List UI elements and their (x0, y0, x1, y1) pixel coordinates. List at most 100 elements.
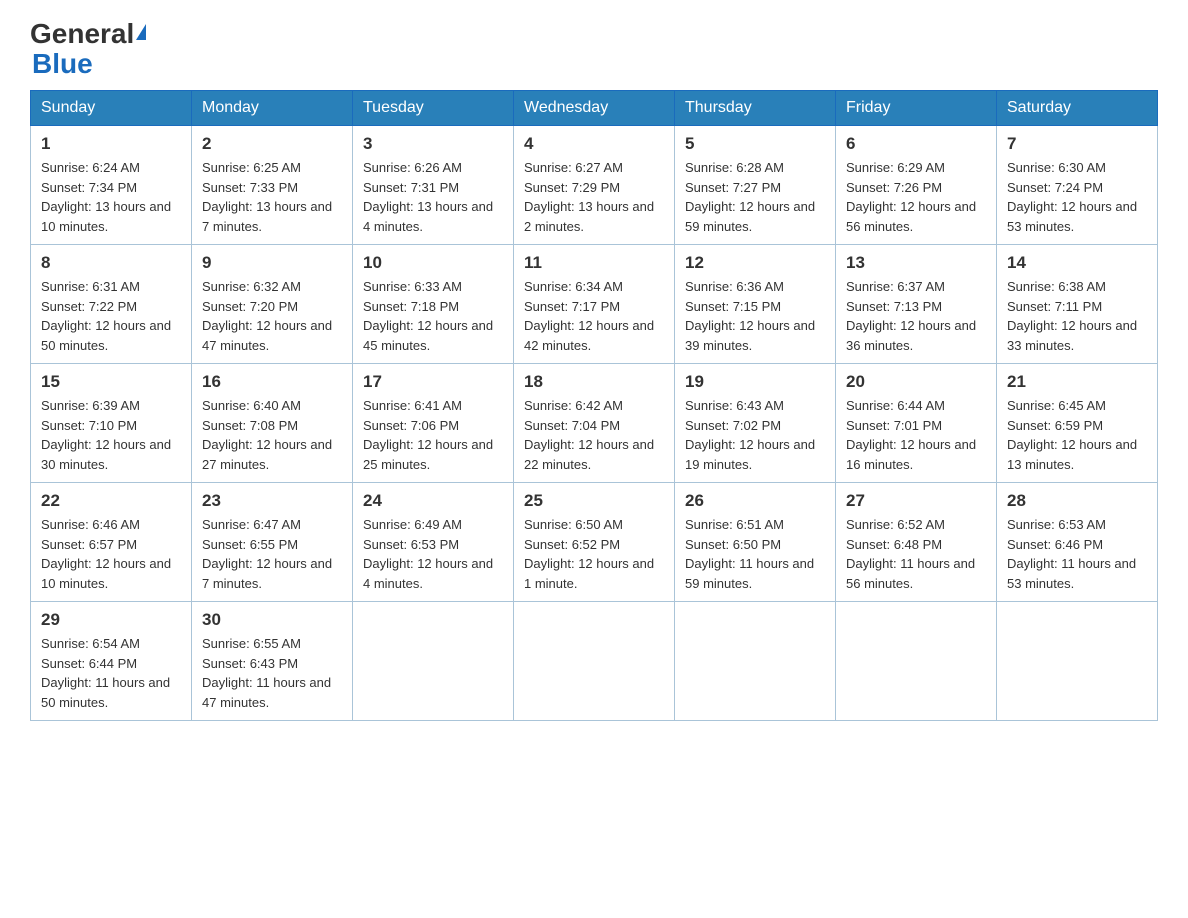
calendar-cell: 16 Sunrise: 6:40 AMSunset: 7:08 PMDaylig… (192, 364, 353, 483)
day-info: Sunrise: 6:50 AMSunset: 6:52 PMDaylight:… (524, 515, 664, 593)
calendar-cell: 19 Sunrise: 6:43 AMSunset: 7:02 PMDaylig… (675, 364, 836, 483)
calendar-cell: 11 Sunrise: 6:34 AMSunset: 7:17 PMDaylig… (514, 245, 675, 364)
day-info: Sunrise: 6:47 AMSunset: 6:55 PMDaylight:… (202, 515, 342, 593)
day-info: Sunrise: 6:24 AMSunset: 7:34 PMDaylight:… (41, 158, 181, 236)
day-number: 30 (202, 610, 342, 630)
day-number: 23 (202, 491, 342, 511)
day-number: 17 (363, 372, 503, 392)
weekday-header-tuesday: Tuesday (353, 91, 514, 126)
calendar-cell: 12 Sunrise: 6:36 AMSunset: 7:15 PMDaylig… (675, 245, 836, 364)
day-info: Sunrise: 6:36 AMSunset: 7:15 PMDaylight:… (685, 277, 825, 355)
day-number: 8 (41, 253, 181, 273)
day-number: 9 (202, 253, 342, 273)
day-info: Sunrise: 6:40 AMSunset: 7:08 PMDaylight:… (202, 396, 342, 474)
calendar-cell: 17 Sunrise: 6:41 AMSunset: 7:06 PMDaylig… (353, 364, 514, 483)
day-info: Sunrise: 6:45 AMSunset: 6:59 PMDaylight:… (1007, 396, 1147, 474)
day-info: Sunrise: 6:53 AMSunset: 6:46 PMDaylight:… (1007, 515, 1147, 593)
calendar-cell (514, 602, 675, 721)
day-number: 4 (524, 134, 664, 154)
calendar-cell (836, 602, 997, 721)
calendar-table: SundayMondayTuesdayWednesdayThursdayFrid… (30, 90, 1158, 721)
calendar-cell: 18 Sunrise: 6:42 AMSunset: 7:04 PMDaylig… (514, 364, 675, 483)
day-info: Sunrise: 6:55 AMSunset: 6:43 PMDaylight:… (202, 634, 342, 712)
day-number: 18 (524, 372, 664, 392)
day-number: 29 (41, 610, 181, 630)
day-info: Sunrise: 6:43 AMSunset: 7:02 PMDaylight:… (685, 396, 825, 474)
day-number: 3 (363, 134, 503, 154)
weekday-header-thursday: Thursday (675, 91, 836, 126)
logo-blue: Blue (32, 48, 93, 79)
calendar-cell: 8 Sunrise: 6:31 AMSunset: 7:22 PMDayligh… (31, 245, 192, 364)
day-number: 24 (363, 491, 503, 511)
calendar-cell: 29 Sunrise: 6:54 AMSunset: 6:44 PMDaylig… (31, 602, 192, 721)
weekday-header-saturday: Saturday (997, 91, 1158, 126)
calendar-week-4: 22 Sunrise: 6:46 AMSunset: 6:57 PMDaylig… (31, 483, 1158, 602)
day-info: Sunrise: 6:25 AMSunset: 7:33 PMDaylight:… (202, 158, 342, 236)
day-number: 6 (846, 134, 986, 154)
calendar-cell: 9 Sunrise: 6:32 AMSunset: 7:20 PMDayligh… (192, 245, 353, 364)
day-number: 15 (41, 372, 181, 392)
calendar-cell: 14 Sunrise: 6:38 AMSunset: 7:11 PMDaylig… (997, 245, 1158, 364)
calendar-cell: 27 Sunrise: 6:52 AMSunset: 6:48 PMDaylig… (836, 483, 997, 602)
day-number: 11 (524, 253, 664, 273)
day-info: Sunrise: 6:34 AMSunset: 7:17 PMDaylight:… (524, 277, 664, 355)
calendar-cell: 6 Sunrise: 6:29 AMSunset: 7:26 PMDayligh… (836, 126, 997, 245)
day-number: 22 (41, 491, 181, 511)
calendar-cell: 7 Sunrise: 6:30 AMSunset: 7:24 PMDayligh… (997, 126, 1158, 245)
day-number: 14 (1007, 253, 1147, 273)
page-header: General Blue (30, 20, 1158, 80)
day-info: Sunrise: 6:52 AMSunset: 6:48 PMDaylight:… (846, 515, 986, 593)
weekday-header-monday: Monday (192, 91, 353, 126)
day-info: Sunrise: 6:39 AMSunset: 7:10 PMDaylight:… (41, 396, 181, 474)
day-info: Sunrise: 6:29 AMSunset: 7:26 PMDaylight:… (846, 158, 986, 236)
day-info: Sunrise: 6:51 AMSunset: 6:50 PMDaylight:… (685, 515, 825, 593)
calendar-cell: 30 Sunrise: 6:55 AMSunset: 6:43 PMDaylig… (192, 602, 353, 721)
day-number: 2 (202, 134, 342, 154)
day-info: Sunrise: 6:37 AMSunset: 7:13 PMDaylight:… (846, 277, 986, 355)
day-number: 5 (685, 134, 825, 154)
weekday-header-friday: Friday (836, 91, 997, 126)
day-number: 28 (1007, 491, 1147, 511)
calendar-cell: 1 Sunrise: 6:24 AMSunset: 7:34 PMDayligh… (31, 126, 192, 245)
calendar-cell: 24 Sunrise: 6:49 AMSunset: 6:53 PMDaylig… (353, 483, 514, 602)
day-info: Sunrise: 6:26 AMSunset: 7:31 PMDaylight:… (363, 158, 503, 236)
calendar-cell: 13 Sunrise: 6:37 AMSunset: 7:13 PMDaylig… (836, 245, 997, 364)
day-info: Sunrise: 6:32 AMSunset: 7:20 PMDaylight:… (202, 277, 342, 355)
day-number: 7 (1007, 134, 1147, 154)
day-number: 21 (1007, 372, 1147, 392)
calendar-cell (675, 602, 836, 721)
calendar-week-1: 1 Sunrise: 6:24 AMSunset: 7:34 PMDayligh… (31, 126, 1158, 245)
day-number: 25 (524, 491, 664, 511)
calendar-cell: 28 Sunrise: 6:53 AMSunset: 6:46 PMDaylig… (997, 483, 1158, 602)
day-info: Sunrise: 6:27 AMSunset: 7:29 PMDaylight:… (524, 158, 664, 236)
calendar-cell (353, 602, 514, 721)
day-number: 27 (846, 491, 986, 511)
day-number: 1 (41, 134, 181, 154)
day-number: 26 (685, 491, 825, 511)
logo: General Blue (30, 20, 146, 80)
calendar-week-2: 8 Sunrise: 6:31 AMSunset: 7:22 PMDayligh… (31, 245, 1158, 364)
day-info: Sunrise: 6:54 AMSunset: 6:44 PMDaylight:… (41, 634, 181, 712)
day-number: 12 (685, 253, 825, 273)
calendar-cell: 25 Sunrise: 6:50 AMSunset: 6:52 PMDaylig… (514, 483, 675, 602)
day-number: 20 (846, 372, 986, 392)
day-info: Sunrise: 6:30 AMSunset: 7:24 PMDaylight:… (1007, 158, 1147, 236)
day-number: 10 (363, 253, 503, 273)
day-info: Sunrise: 6:38 AMSunset: 7:11 PMDaylight:… (1007, 277, 1147, 355)
weekday-header-row: SundayMondayTuesdayWednesdayThursdayFrid… (31, 91, 1158, 126)
calendar-cell (997, 602, 1158, 721)
calendar-week-5: 29 Sunrise: 6:54 AMSunset: 6:44 PMDaylig… (31, 602, 1158, 721)
calendar-cell: 3 Sunrise: 6:26 AMSunset: 7:31 PMDayligh… (353, 126, 514, 245)
weekday-header-wednesday: Wednesday (514, 91, 675, 126)
day-info: Sunrise: 6:42 AMSunset: 7:04 PMDaylight:… (524, 396, 664, 474)
calendar-cell: 5 Sunrise: 6:28 AMSunset: 7:27 PMDayligh… (675, 126, 836, 245)
logo-text: General (30, 20, 146, 48)
day-info: Sunrise: 6:31 AMSunset: 7:22 PMDaylight:… (41, 277, 181, 355)
calendar-cell: 4 Sunrise: 6:27 AMSunset: 7:29 PMDayligh… (514, 126, 675, 245)
day-number: 19 (685, 372, 825, 392)
day-info: Sunrise: 6:49 AMSunset: 6:53 PMDaylight:… (363, 515, 503, 593)
weekday-header-sunday: Sunday (31, 91, 192, 126)
calendar-cell: 22 Sunrise: 6:46 AMSunset: 6:57 PMDaylig… (31, 483, 192, 602)
day-info: Sunrise: 6:41 AMSunset: 7:06 PMDaylight:… (363, 396, 503, 474)
calendar-cell: 15 Sunrise: 6:39 AMSunset: 7:10 PMDaylig… (31, 364, 192, 483)
